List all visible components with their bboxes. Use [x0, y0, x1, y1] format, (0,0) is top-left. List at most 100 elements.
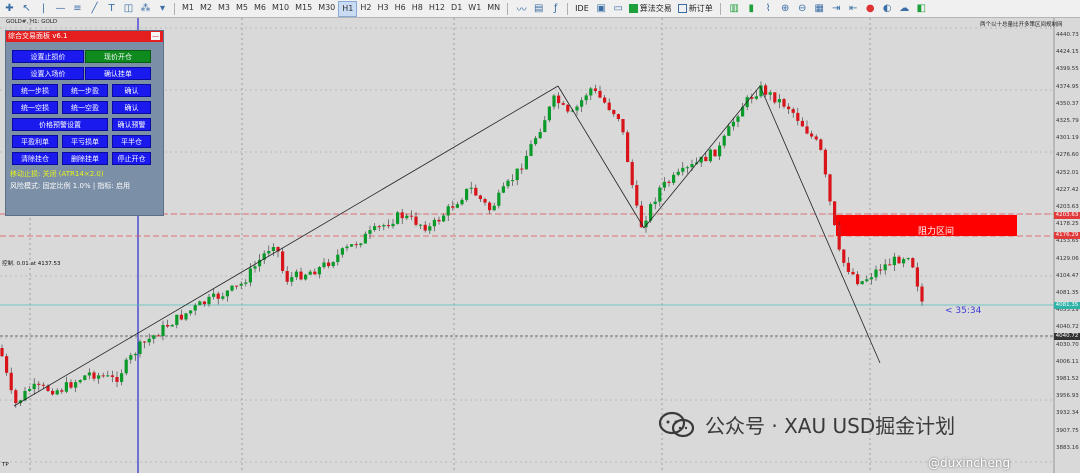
panel-button-14[interactable]: 平半仓 — [112, 135, 151, 148]
price-tick: 4203.63 — [1056, 204, 1079, 210]
candle-bear — [386, 225, 390, 227]
cursor-icon[interactable]: ↖ — [19, 1, 34, 16]
candle-bull — [212, 293, 216, 297]
timeframe-mn[interactable]: MN — [484, 1, 503, 15]
timeframe-h3[interactable]: H3 — [375, 1, 392, 15]
chat-icon[interactable]: ◐ — [880, 1, 895, 16]
timeframe-h2[interactable]: H2 — [357, 1, 374, 15]
timeframe-m2[interactable]: M2 — [197, 1, 215, 15]
candle-bull — [161, 325, 165, 337]
candle-bear — [451, 206, 455, 208]
candle-bull — [83, 375, 87, 381]
timeframe-m5[interactable]: M5 — [233, 1, 251, 15]
candle-bull — [382, 225, 386, 227]
panel-button-5[interactable]: 统一步盈 — [62, 84, 108, 97]
timeframe-m1[interactable]: M1 — [179, 1, 197, 15]
new-order-button[interactable]: 新订单 — [675, 2, 716, 16]
panel-button-1[interactable]: 现价开仓 — [85, 50, 151, 63]
panel-button-8[interactable]: 统一空盈 — [62, 101, 108, 114]
candle-bull — [575, 106, 579, 111]
panel-button-7[interactable]: 统一空损 — [12, 101, 58, 114]
ide-button[interactable]: IDE — [572, 2, 592, 16]
candle-bull — [460, 199, 464, 205]
candle-bull — [87, 372, 91, 376]
trendline-icon[interactable]: ╱ — [87, 1, 102, 16]
folder-icon[interactable]: ▭ — [611, 1, 626, 16]
panel-button-15[interactable]: 清除挂仓 — [12, 152, 58, 165]
candle-bull — [584, 95, 588, 101]
panel-button-16[interactable]: 删除挂单 — [62, 152, 108, 165]
timeframe-h1[interactable]: H1 — [338, 0, 358, 17]
panel-button-4[interactable]: 统一步损 — [12, 84, 58, 97]
price-tick: 4252.01 — [1056, 169, 1079, 176]
timeframe-h8[interactable]: H8 — [409, 1, 426, 15]
crosshair-icon[interactable]: ✚ — [2, 1, 17, 16]
line-chart-icon[interactable]: ⌇ — [761, 1, 776, 16]
panel-button-11[interactable]: 确认预警 — [112, 118, 151, 131]
panel-button-13[interactable]: 平亏损单 — [62, 135, 108, 148]
signals-icon[interactable]: ◧ — [914, 1, 929, 16]
candle-bull — [322, 262, 326, 268]
panel-button-3[interactable]: 确认挂单 — [85, 67, 151, 80]
vertical-line-icon[interactable]: | — [36, 1, 51, 16]
timeframe-m10[interactable]: M10 — [269, 1, 292, 15]
algo-trading-button[interactable]: 算法交易 — [626, 2, 675, 16]
panel-button-12[interactable]: 平盈利单 — [12, 135, 58, 148]
panel-button-9[interactable]: 确认 — [112, 101, 151, 114]
panel-button-6[interactable]: 确认 — [112, 84, 151, 97]
shift-icon[interactable]: ⇤ — [846, 1, 861, 16]
grid-icon[interactable]: ▦ — [812, 1, 827, 16]
dropdown-icon[interactable]: ▾ — [155, 1, 170, 16]
price-tick: 4081.35 — [1056, 290, 1079, 296]
price-marker-bid: 4081.35 — [1054, 302, 1080, 309]
timeframe-w1[interactable]: W1 — [465, 1, 484, 15]
candle-bull — [906, 258, 910, 260]
candle-bear — [593, 88, 597, 91]
timeframe-h12[interactable]: H12 — [426, 1, 448, 15]
candle-bull — [690, 164, 694, 168]
candle-bear — [796, 112, 800, 121]
candle-bear — [897, 256, 901, 264]
candle-bull — [727, 126, 731, 136]
timeframe-d1[interactable]: D1 — [448, 1, 465, 15]
chart-type-icon[interactable]: 〰 — [514, 1, 529, 16]
panel-button-2[interactable]: 设置入场价 — [12, 67, 84, 80]
candle-bear — [92, 372, 96, 379]
notification-icon[interactable]: ● — [863, 1, 878, 16]
candle-bull — [225, 290, 229, 297]
candle-bull — [350, 244, 354, 247]
indicators-icon[interactable]: ƒ — [548, 1, 563, 16]
autoscroll-icon[interactable]: ⇥ — [829, 1, 844, 16]
terminal-icon[interactable]: ▣ — [594, 1, 609, 16]
candle-chart-icon[interactable]: ▮ — [744, 1, 759, 16]
candle-bear — [920, 286, 924, 302]
timeframe-m15[interactable]: M15 — [292, 1, 315, 15]
timeframe-m30[interactable]: M30 — [315, 1, 338, 15]
panel-button-0[interactable]: 设置止损价 — [12, 50, 84, 63]
timeframe-h6[interactable]: H6 — [392, 1, 409, 15]
timeframe-m6[interactable]: M6 — [251, 1, 269, 15]
objects-icon[interactable]: ⁂ — [138, 1, 153, 16]
candle-bull — [432, 219, 436, 227]
price-tick: 4350.37 — [1056, 100, 1079, 107]
vps-icon[interactable]: ☁ — [897, 1, 912, 16]
panel-button-10[interactable]: 价格预警设置 — [12, 118, 108, 131]
candle-bear — [856, 274, 860, 285]
fibonacci-icon[interactable]: ≡ — [70, 1, 85, 16]
bar-chart-icon[interactable]: ▥ — [727, 1, 742, 16]
panel-button-17[interactable]: 停止开仓 — [112, 152, 151, 165]
template-icon[interactable]: ▤ — [531, 1, 546, 16]
zoom-out-icon[interactable]: ⊖ — [795, 1, 810, 16]
timeframe-m3[interactable]: M3 — [215, 1, 233, 15]
text-icon[interactable]: T — [104, 1, 119, 16]
horizontal-line-icon[interactable]: — — [53, 1, 68, 16]
candle-bear — [773, 92, 777, 103]
candle-bull — [253, 266, 257, 269]
zoom-in-icon[interactable]: ⊕ — [778, 1, 793, 16]
candle-bear — [566, 104, 570, 112]
shapes-icon[interactable]: ◫ — [121, 1, 136, 16]
panel-minimize-button[interactable]: — — [151, 32, 160, 40]
candle-bear — [842, 249, 846, 263]
price-tick: 4374.95 — [1056, 83, 1079, 90]
candle-bear — [621, 118, 625, 133]
